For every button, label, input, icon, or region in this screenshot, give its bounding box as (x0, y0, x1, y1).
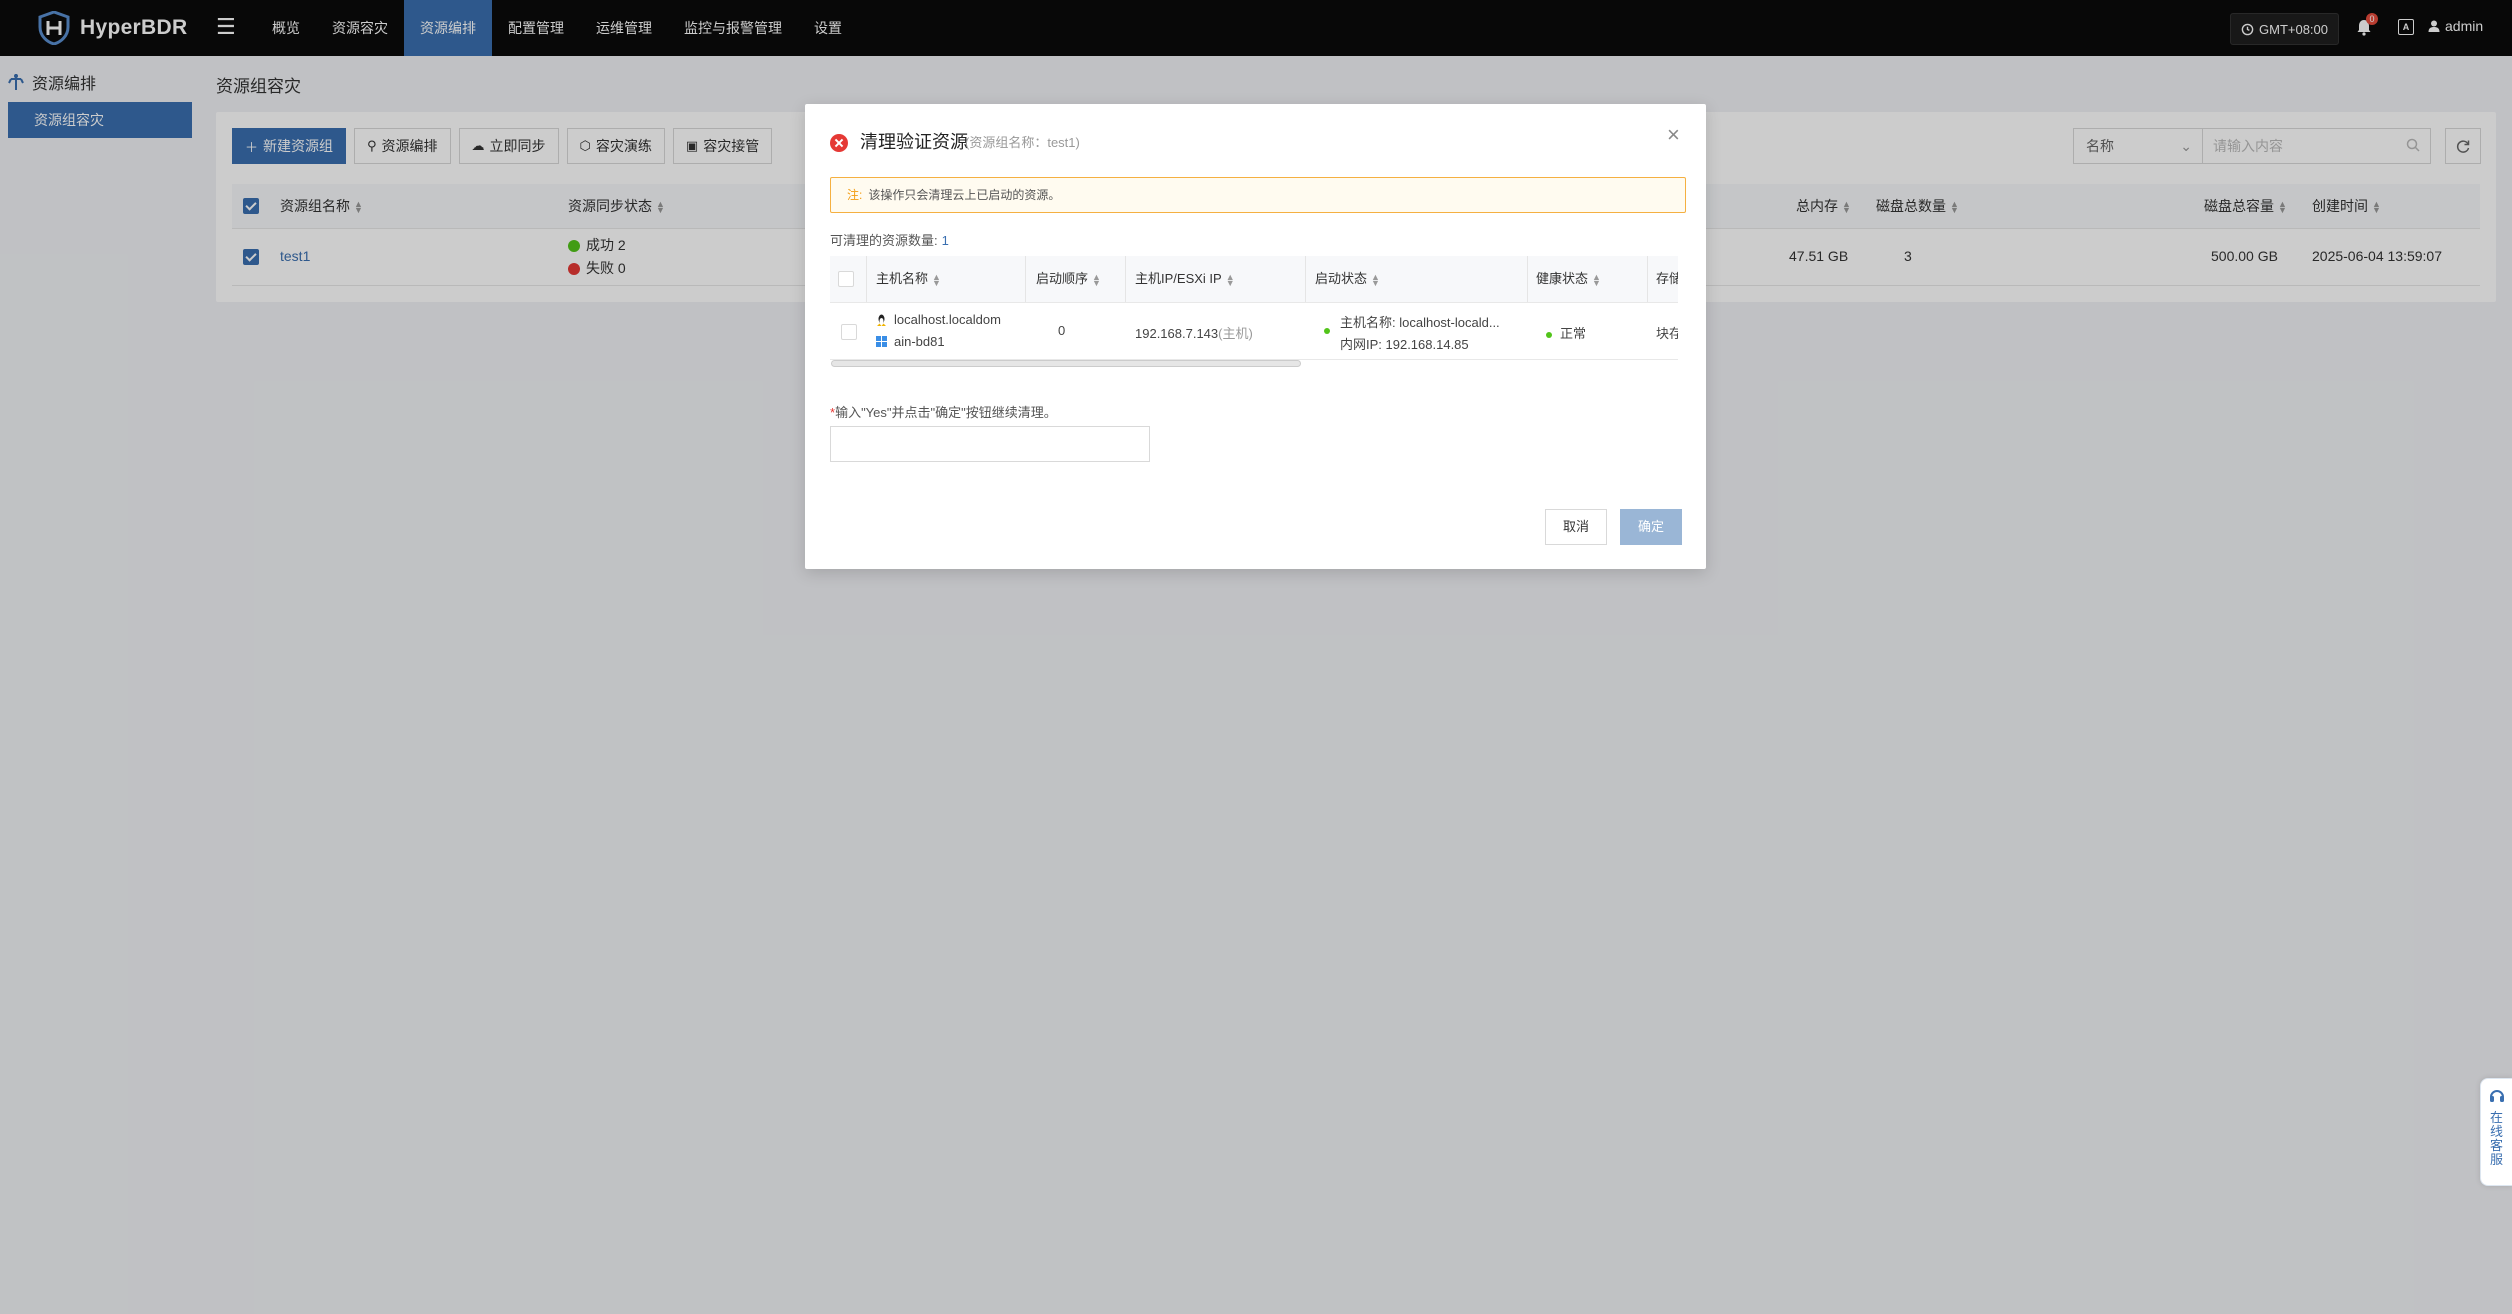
sort-icon[interactable]: ▲ ▼ (1226, 272, 1235, 287)
linux-icon (877, 314, 886, 326)
notice-text: 该操作只会清理云上已启动的资源。 (868, 188, 1061, 202)
horizontal-scrollbar[interactable] (831, 360, 1301, 367)
cleanable-count-label: 可清理的资源数量: (830, 233, 938, 248)
host-ip-value: 192.168.7.143(主机) (1135, 323, 1253, 342)
sort-icon[interactable]: ▲ ▼ (1092, 272, 1101, 287)
column-divider (1647, 256, 1648, 302)
column-divider (866, 256, 867, 302)
online-support-widget[interactable]: 在线客服 (2480, 1078, 2512, 1186)
headset-icon (2490, 1090, 2504, 1102)
col-boot-order-label: 启动顺序 (1036, 271, 1089, 286)
col-storage[interactable]: 存储 (1656, 256, 1678, 302)
sort-icon[interactable]: ▲ ▼ (1371, 272, 1380, 287)
host-ip-text: 192.168.7.143 (1135, 326, 1219, 341)
boot-status-line1: 主机名称: localhost-locald... (1340, 315, 1500, 330)
cancel-button[interactable]: 取消 (1545, 509, 1607, 545)
col-boot-status-label: 启动状态 (1315, 271, 1368, 286)
online-support-label: 在线客服 (2490, 1110, 2504, 1167)
cleanable-count: 可清理的资源数量: 1 (830, 230, 949, 249)
error-icon (830, 134, 848, 152)
col-health[interactable]: 健康状态 ▲ ▼ (1536, 256, 1601, 302)
confirm-yes-input[interactable] (830, 426, 1150, 462)
host-name-line2: ain-bd81 (894, 334, 945, 349)
sort-icon[interactable]: ▲ ▼ (1592, 272, 1601, 287)
dialog-subtitle: (资源组名称：test1) (965, 135, 1080, 150)
close-icon[interactable]: × (1667, 124, 1680, 146)
health-status: 正常 (1546, 323, 1586, 342)
column-divider (1305, 256, 1306, 302)
storage-value: 块存 (1656, 326, 1678, 341)
confirm-hint-text: 输入"Yes"并点击"确定"按钮继续清理。 (835, 405, 1057, 420)
col-boot-status[interactable]: 启动状态 ▲ ▼ (1315, 256, 1380, 302)
column-divider (1025, 256, 1026, 302)
confirm-button[interactable]: 确定 (1620, 509, 1682, 545)
dialog-title: 清理验证资源 (860, 132, 968, 152)
boot-status-line2: 内网IP: 192.168.14.85 (1340, 337, 1469, 352)
health-dot-icon (1546, 331, 1552, 338)
notice-banner: 注: 该操作只会清理云上已启动的资源。 (830, 177, 1686, 213)
dialog-select-all-checkbox[interactable] (838, 271, 854, 287)
boot-status-dot-icon (1324, 328, 1330, 334)
col-boot-order[interactable]: 启动顺序 ▲ ▼ (1036, 256, 1101, 302)
windows-icon (876, 336, 887, 347)
column-divider (1527, 256, 1528, 302)
dialog-table-row: localhost.localdom ain-bd81 0 192.168.7.… (830, 303, 1678, 360)
col-host-ip[interactable]: 主机IP/ESXi IP ▲ ▼ (1135, 256, 1235, 302)
confirm-hint: *输入"Yes"并点击"确定"按钮继续清理。 (830, 402, 1057, 421)
column-divider (1125, 256, 1126, 302)
col-host-name[interactable]: 主机名称 ▲ ▼ (876, 256, 941, 302)
col-host-name-label: 主机名称 (876, 271, 929, 286)
cleanable-count-value: 1 (941, 233, 949, 248)
cleanup-verification-dialog: 清理验证资源 (资源组名称：test1) × 注: 该操作只会清理云上已启动的资源… (805, 104, 1706, 569)
dialog-row-checkbox[interactable] (841, 324, 857, 340)
health-status-label: 正常 (1560, 326, 1587, 341)
col-health-label: 健康状态 (1536, 271, 1589, 286)
sort-icon[interactable]: ▲ ▼ (932, 272, 941, 287)
col-host-ip-label: 主机IP/ESXi IP (1135, 271, 1222, 286)
dialog-table-header: 主机名称 ▲ ▼ 启动顺序 ▲ ▼ 主机IP/ESXi IP ▲ ▼ 启动状态 ▲ ▼ 健康状态… (830, 256, 1678, 303)
boot-order-value: 0 (1058, 323, 1066, 338)
host-name-line1: localhost.localdom (894, 312, 1001, 327)
host-ip-tag: (主机) (1218, 326, 1253, 341)
notice-label: 注: (847, 188, 863, 202)
